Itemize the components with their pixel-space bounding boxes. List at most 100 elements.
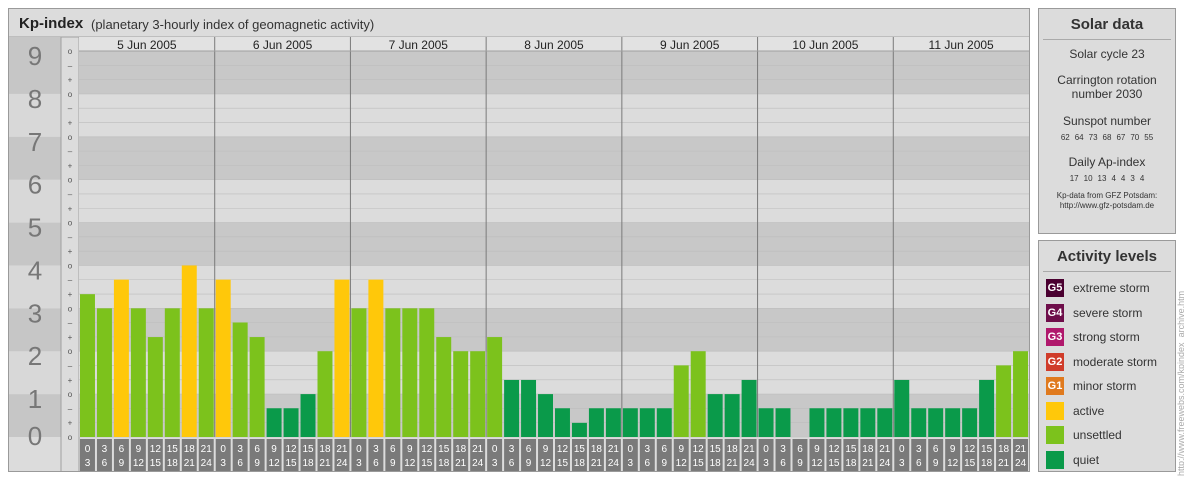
legend-swatch: G4 <box>1046 303 1064 322</box>
kp-bar <box>317 351 333 437</box>
kp-bar <box>351 308 367 437</box>
legend-item: unsettled <box>1039 423 1175 448</box>
hour-start-label: 9 <box>136 444 142 455</box>
kp-bar <box>436 337 452 437</box>
minor-tick-label: – <box>68 190 73 199</box>
hour-start-label: 9 <box>271 444 277 455</box>
legend-swatch <box>1046 401 1064 420</box>
hour-end-label: 18 <box>981 458 993 469</box>
y-tick-label: 9 <box>28 41 42 71</box>
hour-end-label: 3 <box>220 458 226 469</box>
hour-end-label: 9 <box>390 458 396 469</box>
legend-item: G5 extreme storm <box>1039 276 1175 301</box>
day-label: 5 Jun 2005 <box>117 38 177 52</box>
hour-start-label: 21 <box>879 444 891 455</box>
minor-tick-label: + <box>68 290 73 299</box>
kp-bar <box>741 379 757 437</box>
kp-bar <box>758 408 774 437</box>
kp-chart-panel: Kp-index (planetary 3-hourly index of ge… <box>8 8 1030 472</box>
solar-data-title: Solar data <box>1070 16 1144 33</box>
hour-end-label: 18 <box>710 458 722 469</box>
hour-start-label: 21 <box>608 444 620 455</box>
hour-end-label: 21 <box>862 458 874 469</box>
sunspot-values: 62 64 73 68 67 70 55 <box>1039 133 1175 142</box>
hour-start-label: 21 <box>744 444 756 455</box>
activity-legend: G5 extreme storm G4 severe storm G3 strong st… <box>1039 276 1175 472</box>
kp-bar <box>555 408 570 437</box>
minor-tick-label: o <box>68 176 73 185</box>
hour-start-label: 21 <box>336 444 348 455</box>
kp-bar <box>639 408 655 437</box>
legend-label: strong storm <box>1073 330 1140 345</box>
legend-swatch: G3 <box>1046 328 1064 347</box>
kp-bar <box>470 351 486 437</box>
hour-end-label: 3 <box>492 458 498 469</box>
legend-item: quiet <box>1039 448 1175 473</box>
kp-bar <box>283 408 299 437</box>
hour-start-label: 21 <box>1015 444 1027 455</box>
sunspot-number: 55 <box>1144 133 1154 142</box>
kp-bar <box>1013 351 1028 437</box>
kp-band <box>79 93 1029 137</box>
credit-line-1: Kp-data from GFZ Potsdam: <box>1056 191 1158 200</box>
minor-tick-label: + <box>68 333 73 342</box>
solar-data-panel: Solar data Solar cycle 23 Carrington rot… <box>1038 8 1176 234</box>
hour-end-label: 18 <box>574 458 586 469</box>
hour-start-label: 6 <box>526 444 532 455</box>
hour-start-label: 6 <box>661 444 667 455</box>
kp-bar <box>979 379 995 437</box>
y-tick-label: 4 <box>28 255 42 285</box>
minor-tick-label: o <box>68 304 73 313</box>
hour-end-label: 6 <box>373 458 379 469</box>
hour-end-label: 12 <box>676 458 688 469</box>
legend-swatch <box>1046 426 1064 445</box>
hour-end-label: 24 <box>472 458 484 469</box>
hour-start-label: 18 <box>591 444 603 455</box>
hour-start-label: 15 <box>302 444 314 455</box>
hour-end-label: 24 <box>608 458 620 469</box>
hour-end-label: 18 <box>845 458 857 469</box>
ap-index-value: 17 <box>1069 174 1079 183</box>
hour-start-label: 9 <box>678 444 684 455</box>
carrington-line-2: number 2030 <box>1071 87 1143 101</box>
minor-tick-label: + <box>68 161 73 170</box>
hour-end-label: 21 <box>727 458 739 469</box>
credit-line-2: http://www.gfz-potsdam.de <box>1059 201 1155 210</box>
kp-bar <box>911 408 927 437</box>
hour-start-label: 3 <box>102 444 108 455</box>
hour-start-label: 9 <box>814 444 820 455</box>
hour-start-label: 6 <box>119 444 125 455</box>
kp-bar <box>571 422 587 437</box>
hour-start-label: 3 <box>645 444 651 455</box>
activity-levels-panel: Activity levels G5 extreme storm G4 severe … <box>1038 240 1176 472</box>
ap-index-value: 4 <box>1139 174 1145 183</box>
kp-bar <box>368 279 384 437</box>
kp-bar <box>860 408 876 437</box>
sunspot-number: 67 <box>1116 133 1126 142</box>
hour-end-label: 6 <box>916 458 922 469</box>
hour-start-label: 6 <box>254 444 260 455</box>
hour-start-label: 18 <box>862 444 874 455</box>
kp-bar <box>707 394 723 437</box>
hour-start-label: 15 <box>710 444 722 455</box>
hour-end-label: 18 <box>302 458 314 469</box>
kp-bar <box>147 337 163 437</box>
minor-tick-label: + <box>68 118 73 127</box>
minor-tick-label: o <box>68 261 73 270</box>
kp-bar <box>402 308 418 437</box>
hour-start-label: 21 <box>472 444 484 455</box>
hour-start-label: 18 <box>319 444 331 455</box>
kp-bar <box>300 394 316 437</box>
hour-start-label: 0 <box>85 444 91 455</box>
hour-start-label: 15 <box>574 444 586 455</box>
hour-end-label: 6 <box>645 458 651 469</box>
hour-start-label: 15 <box>167 444 179 455</box>
hour-end-label: 18 <box>167 458 179 469</box>
minor-tick-label: o <box>68 347 73 356</box>
hour-start-label: 12 <box>421 444 433 455</box>
legend-label: moderate storm <box>1073 354 1158 369</box>
kp-bar <box>419 308 435 437</box>
hour-end-label: 24 <box>879 458 891 469</box>
kp-bar <box>673 365 689 437</box>
hour-end-label: 24 <box>336 458 348 469</box>
